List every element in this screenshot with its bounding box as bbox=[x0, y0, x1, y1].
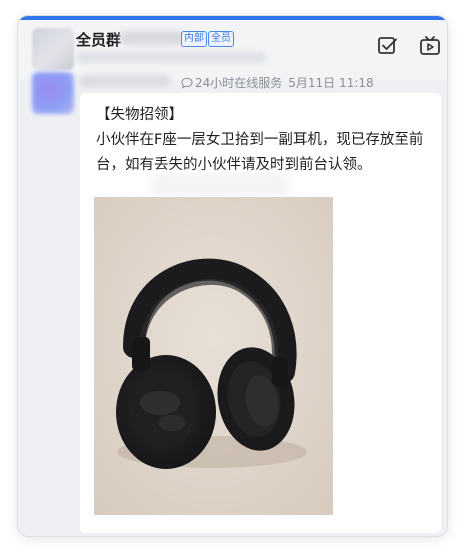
headphones-photo[interactable] bbox=[94, 197, 333, 515]
message-time: 5月11日 11:18 bbox=[288, 76, 374, 90]
message-bubble[interactable]: 【失物招领】 小伙伴在F座一层女卫拾到一副耳机，现已存放至前 台，如有丢失的小伙… bbox=[80, 93, 441, 533]
chat-window: 全员群 内部 全员 24小时在线服务 5月11日 11:18 【失物招领】 小伙… bbox=[18, 16, 447, 536]
group-avatar[interactable] bbox=[32, 28, 74, 70]
sender-avatar[interactable] bbox=[32, 72, 74, 114]
service-label: 24小时在线服务 bbox=[195, 76, 283, 90]
redacted-name bbox=[120, 31, 184, 45]
redacted-subtitle bbox=[76, 52, 266, 63]
message-text: 【失物招领】 小伙伴在F座一层女卫拾到一副耳机，现已存放至前 台，如有丢失的小伙… bbox=[96, 103, 426, 178]
tv-play-icon[interactable] bbox=[418, 34, 442, 58]
message-line-title: 【失物招领】 bbox=[96, 107, 183, 123]
redacted-highlight bbox=[152, 173, 288, 197]
checkbox-icon[interactable] bbox=[376, 34, 400, 58]
redacted-sender-name bbox=[80, 75, 170, 87]
chat-bubble-icon bbox=[181, 77, 193, 92]
group-name: 全员群 bbox=[76, 31, 122, 49]
tag-internal: 内部 bbox=[181, 31, 207, 47]
tag-all: 全员 bbox=[208, 31, 234, 47]
chat-header: 全员群 内部 全员 bbox=[18, 20, 447, 80]
message-meta: 24小时在线服务 5月11日 11:18 bbox=[181, 74, 374, 92]
message-line-1: 小伙伴在F座一层女卫拾到一副耳机，现已存放至前 bbox=[96, 132, 424, 148]
